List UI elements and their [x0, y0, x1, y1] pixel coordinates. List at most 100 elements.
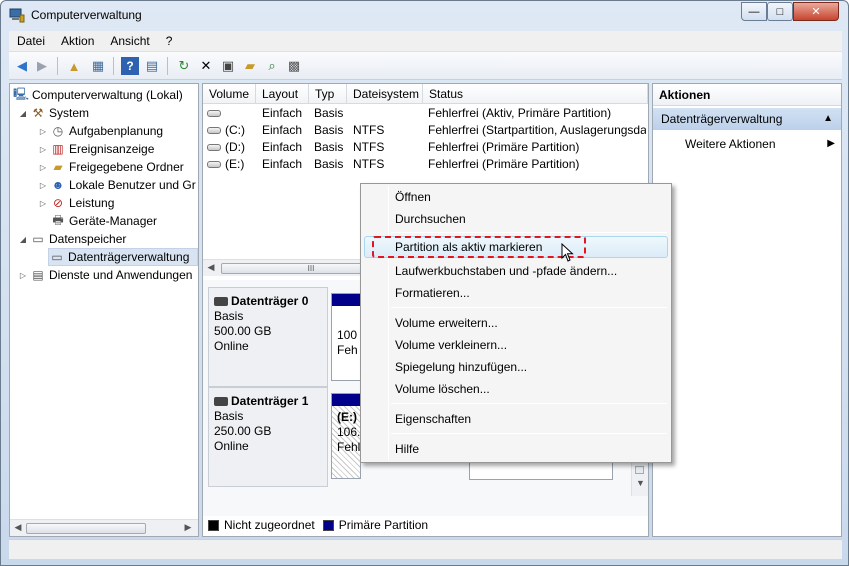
- scroll-thumb[interactable]: [26, 523, 146, 534]
- up-folder-icon[interactable]: ▲: [65, 57, 83, 75]
- column-header-typ[interactable]: Typ: [309, 84, 347, 104]
- tree-item-local-users[interactable]: ▷ ☻ Lokale Benutzer und Gr: [38, 176, 196, 194]
- help-icon[interactable]: ?: [121, 57, 139, 75]
- forward-arrow-icon[interactable]: ▶: [33, 57, 51, 75]
- menu-item-change-drive-letter[interactable]: Laufwerkbuchstaben und -pfade ändern...: [395, 260, 665, 282]
- tree-item-storage[interactable]: ◢ ▭ Datenspeicher: [18, 230, 126, 248]
- drive-icon: [207, 127, 221, 135]
- menu-item-help[interactable]: Hilfe: [395, 438, 665, 460]
- disk-0-partition[interactable]: 100 Feh: [331, 293, 361, 381]
- disk-legend: Nicht zugeordnet Primäre Partition: [208, 517, 428, 533]
- more-actions-item[interactable]: Weitere Aktionen ▶: [685, 135, 835, 153]
- menu-item-extend-volume[interactable]: Volume erweitern...: [395, 312, 665, 334]
- tree-item-disk-management[interactable]: ▭ Datenträgerverwaltung: [48, 248, 198, 266]
- menu-bar: Datei Aktion Ansicht ?: [9, 31, 842, 52]
- collapse-up-icon[interactable]: ▲: [823, 108, 833, 130]
- drive-icon: [207, 161, 221, 169]
- status-cell: Fehlerfrei (Startpartition, Auslagerungs…: [428, 123, 646, 137]
- minimize-button[interactable]: —: [741, 2, 767, 21]
- tree-label: Ereignisanzeige: [69, 142, 155, 156]
- expand-triangle-icon[interactable]: ▷: [38, 163, 48, 172]
- partition-size: 100: [337, 328, 358, 342]
- delete-icon[interactable]: ✕: [197, 57, 215, 75]
- scroll-left-icon[interactable]: ◀: [12, 522, 24, 533]
- menu-item-properties[interactable]: Eigenschaften: [395, 408, 665, 430]
- menu-item-add-mirror[interactable]: Spiegelung hinzufügen...: [395, 356, 665, 378]
- layout-cell: Einfach: [262, 106, 303, 120]
- menu-aktion[interactable]: Aktion: [53, 34, 102, 48]
- fs-cell: NTFS: [353, 140, 385, 154]
- disk-name: Datenträger 1: [231, 394, 309, 408]
- disk-1-partition[interactable]: (E:) 106.6 Fehle: [331, 393, 367, 479]
- legend-primary: Primäre Partition: [338, 518, 429, 532]
- scroll-thumb[interactable]: [635, 466, 644, 474]
- search-icon[interactable]: ⌕: [263, 57, 281, 75]
- left-horizontal-scrollbar[interactable]: ◀ ▶: [10, 519, 198, 536]
- menu-item-format[interactable]: Formatieren...: [395, 282, 665, 304]
- disk-0-label[interactable]: Datenträger 0 Basis 500.00 GB Online: [208, 287, 328, 387]
- column-header-filesystem[interactable]: Dateisystem: [347, 84, 423, 104]
- tree-label: Datenspeicher: [49, 232, 127, 246]
- layout-cell: Einfach: [262, 123, 303, 137]
- tree-item-performance[interactable]: ▷ ⊘ Leistung: [38, 194, 114, 212]
- tree-label: Geräte-Manager: [69, 214, 158, 228]
- tree-item-event-viewer[interactable]: ▷ ▥ Ereignisanzeige: [38, 140, 154, 158]
- menu-datei[interactable]: Datei: [9, 34, 53, 48]
- show-hide-action-pane-icon[interactable]: ▤: [143, 57, 161, 75]
- computer-management-icon: 🖳: [13, 86, 30, 101]
- primary-partition-bar: [332, 394, 360, 406]
- performance-icon: ⊘: [52, 196, 64, 210]
- expand-triangle-icon[interactable]: ▷: [38, 199, 48, 208]
- expand-triangle-icon[interactable]: ▷: [38, 145, 48, 154]
- menu-item-open[interactable]: Öffnen: [395, 186, 665, 208]
- tree-item-shared-folders[interactable]: ▷ ▰ Freigegebene Ordner: [38, 158, 184, 176]
- expand-triangle-icon[interactable]: ▷: [38, 127, 48, 136]
- menu-item-delete-volume[interactable]: Volume löschen...: [395, 378, 665, 400]
- primary-partition-bar: [332, 294, 360, 306]
- menu-item-browse[interactable]: Durchsuchen: [395, 208, 665, 230]
- expand-triangle-icon[interactable]: ▷: [18, 271, 28, 280]
- status-cell: Fehlerfrei (Primäre Partition): [428, 140, 580, 154]
- disk-1-label[interactable]: Datenträger 1 Basis 250.00 GB Online: [208, 387, 328, 487]
- submenu-arrow-icon: ▶: [827, 138, 835, 149]
- menu-ansicht[interactable]: Ansicht: [102, 34, 157, 48]
- tree-label: Aufgabenplanung: [69, 124, 164, 138]
- actions-pane: Aktionen Datenträgerverwaltung ▲ Weitere…: [652, 83, 842, 537]
- actions-section-disk-management[interactable]: Datenträgerverwaltung ▲: [653, 108, 841, 130]
- menu-help[interactable]: ?: [158, 34, 181, 48]
- menu-item-shrink-volume[interactable]: Volume verkleinern...: [395, 334, 665, 356]
- collapse-triangle-icon[interactable]: ◢: [18, 235, 28, 244]
- title-bar[interactable]: Computerverwaltung — □ ✕: [1, 1, 848, 31]
- tree-item-root[interactable]: 🖳 Computerverwaltung (Lokal): [13, 86, 183, 104]
- back-arrow-icon[interactable]: ◀: [13, 57, 31, 75]
- highlight-annotation-box: [372, 236, 586, 258]
- mouse-cursor-icon: [561, 243, 574, 262]
- disk-state: Online: [214, 339, 249, 353]
- column-header-volume[interactable]: Volume: [203, 84, 256, 104]
- tree-item-device-manager[interactable]: 🖶 Geräte-Manager: [50, 212, 157, 230]
- context-menu-gutter: [388, 186, 389, 460]
- tree-label: Dienste und Anwendungen: [49, 268, 193, 282]
- column-header-status[interactable]: Status: [423, 84, 648, 104]
- tree-label: Datenträgerverwaltung: [68, 250, 190, 264]
- drive-icon: [207, 144, 221, 152]
- context-menu: Öffnen Durchsuchen Partition als aktiv m…: [360, 183, 672, 463]
- tree-item-system[interactable]: ◢ ⚒ System: [18, 104, 89, 122]
- scroll-left-icon[interactable]: ◀: [205, 262, 217, 273]
- maximize-button[interactable]: □: [767, 2, 793, 21]
- collapse-triangle-icon[interactable]: ◢: [18, 109, 28, 118]
- tree-item-services[interactable]: ▷ ▤ Dienste und Anwendungen: [18, 266, 193, 284]
- unallocated-swatch: [208, 519, 219, 531]
- open-folder-icon[interactable]: ▰: [241, 57, 259, 75]
- refresh-icon[interactable]: ↻: [175, 57, 193, 75]
- properties-icon[interactable]: ▣: [219, 57, 237, 75]
- column-header-layout[interactable]: Layout: [256, 84, 309, 104]
- disk-settings-icon[interactable]: ▩: [285, 57, 303, 75]
- status-bar: [9, 539, 842, 559]
- scroll-down-icon[interactable]: ▼: [636, 478, 645, 488]
- tree-item-task-scheduler[interactable]: ▷ ◷ Aufgabenplanung: [38, 122, 163, 140]
- scroll-right-icon[interactable]: ▶: [182, 522, 194, 533]
- close-button[interactable]: ✕: [793, 2, 839, 21]
- show-hide-tree-icon[interactable]: ▦: [89, 57, 107, 75]
- expand-triangle-icon[interactable]: ▷: [38, 181, 48, 190]
